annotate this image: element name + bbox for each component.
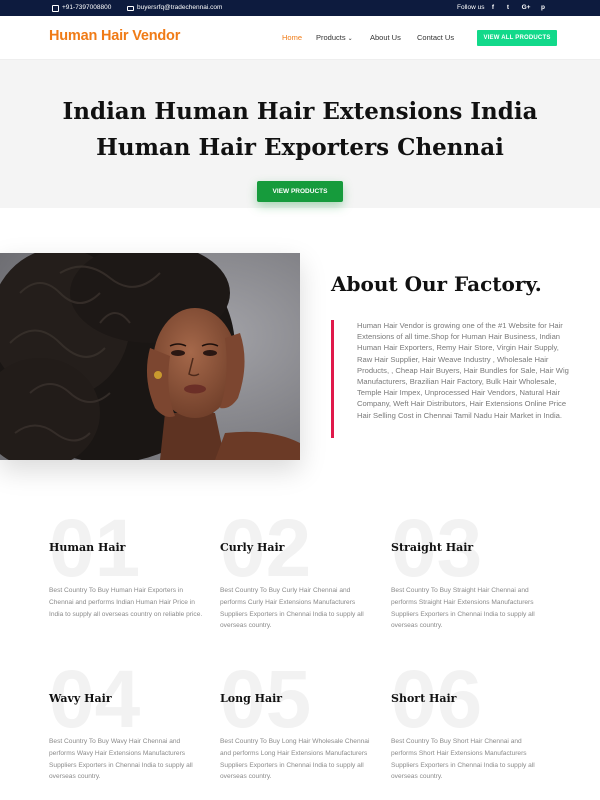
email-icon: [127, 5, 134, 11]
accent-bar: [331, 320, 334, 438]
feature-title: Short Hair: [391, 692, 457, 705]
hero-title-line-2: Human Hair Exporters Chennai: [96, 134, 504, 161]
model-photo-illustration: [0, 253, 300, 460]
nav-products-label: Products: [316, 33, 346, 42]
chevron-down-icon: ⌄: [347, 36, 353, 42]
nav-products[interactable]: Products ⌄: [316, 33, 353, 42]
hero-section: Indian Human Hair Extensions India Human…: [0, 60, 600, 208]
view-all-products-button[interactable]: VIEW ALL PRODUCTS: [477, 30, 557, 46]
phone-icon: [52, 4, 59, 12]
feature-title: Wavy Hair: [49, 692, 112, 705]
pinterest-icon[interactable]: p: [538, 0, 548, 16]
feature-description: Best Country To Buy Short Hair Chennai a…: [391, 738, 535, 781]
model-photo: [0, 253, 300, 460]
about-title: About Our Factory.: [331, 272, 542, 296]
nav-home[interactable]: Home: [282, 33, 302, 42]
feature-description: Best Country To Buy Human Hair Exporters…: [49, 587, 203, 618]
site-header: Human Hair Vendor Home Products ⌄ About U…: [0, 16, 600, 60]
feature-description: Best Country To Buy Straight Hair Chenna…: [391, 587, 535, 630]
hero-title: Indian Human Hair Extensions India Human…: [0, 94, 600, 166]
email-contact[interactable]: buyersrfq@tradechennai.com: [127, 0, 222, 16]
feature-title: Curly Hair: [220, 541, 285, 554]
twitter-icon[interactable]: t: [503, 0, 513, 16]
google-plus-icon[interactable]: G+: [520, 0, 532, 16]
feature-description: Best Country To Buy Curly Hair Chennai a…: [220, 587, 364, 630]
view-products-button[interactable]: VIEW PRODUCTS: [257, 181, 343, 202]
hero-title-line-1: Indian Human Hair Extensions India: [62, 98, 538, 125]
phone-number: +91-7397008800: [62, 4, 112, 11]
feature-description: Best Country To Buy Long Hair Wholesale …: [220, 738, 370, 781]
about-description: Human Hair Vendor is growing one of the …: [357, 321, 569, 420]
feature-title: Long Hair: [220, 692, 283, 705]
facebook-icon[interactable]: f: [488, 0, 498, 16]
feature-title: Human Hair: [49, 541, 126, 554]
nav-contact-us[interactable]: Contact Us: [417, 33, 454, 42]
feature-title: Straight Hair: [391, 541, 474, 554]
nav-about-us[interactable]: About Us: [370, 33, 401, 42]
phone-contact[interactable]: +91-7397008800: [52, 0, 111, 16]
top-bar: +91-7397008800 buyersrfq@tradechennai.co…: [0, 0, 600, 16]
email-address: buyersrfq@tradechennai.com: [137, 4, 223, 11]
follow-label: Follow us: [457, 4, 485, 11]
feature-description: Best Country To Buy Wavy Hair Chennai an…: [49, 738, 193, 781]
site-logo[interactable]: Human Hair Vendor: [49, 28, 180, 44]
